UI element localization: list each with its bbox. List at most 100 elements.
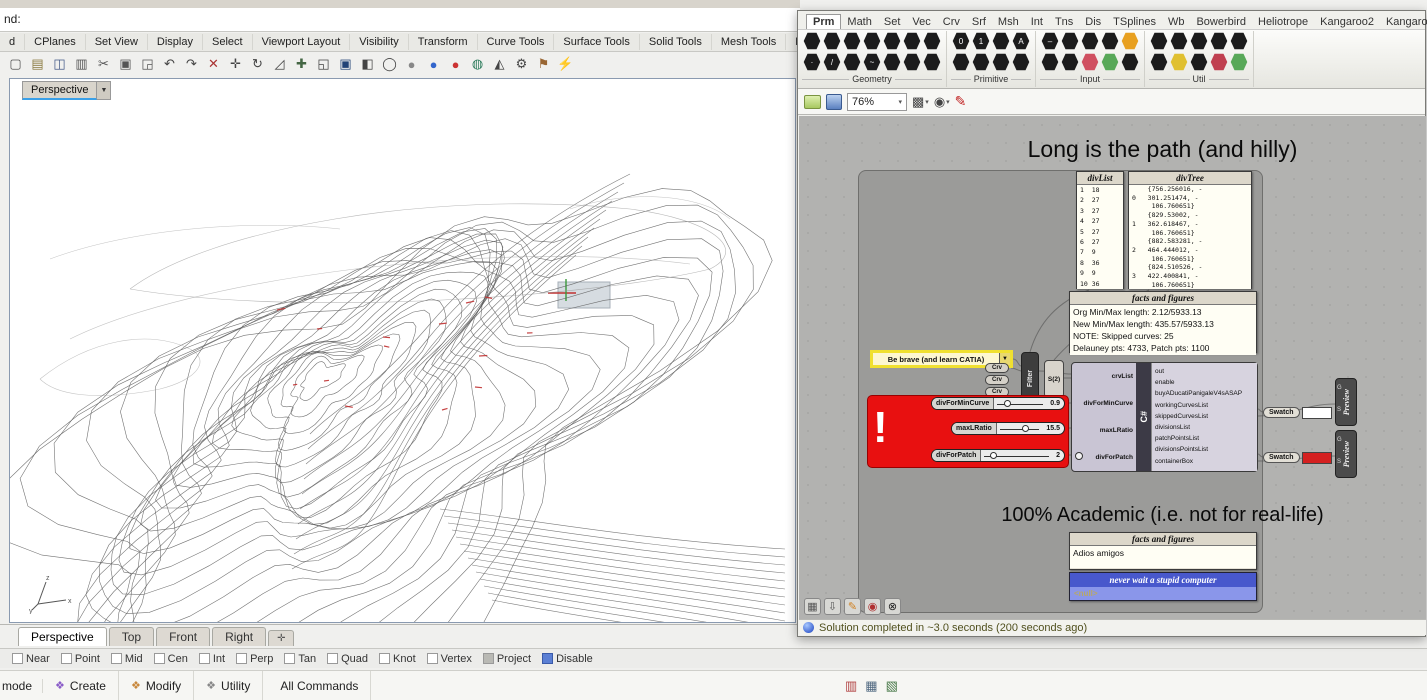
- osnap-checkbox[interactable]: [379, 653, 390, 664]
- jump-icon[interactable]: [1150, 53, 1168, 71]
- flag-icon[interactable]: ⚑: [534, 55, 553, 74]
- viewport-tab[interactable]: ✛: [268, 630, 295, 646]
- script-output[interactable]: divisionsList: [1155, 422, 1257, 433]
- surface-icon[interactable]: [883, 53, 901, 71]
- osnap-checkbox[interactable]: [327, 653, 339, 664]
- box-icon[interactable]: [883, 32, 901, 50]
- domain-icon[interactable]: [972, 53, 990, 71]
- osnap-checkbox[interactable]: [60, 653, 72, 664]
- relay-icon[interactable]: [1150, 32, 1168, 50]
- grasshopper-tab[interactable]: Prm: [806, 14, 842, 29]
- curve-param[interactable]: Crv: [985, 375, 1009, 385]
- cluster-icon[interactable]: [1230, 32, 1248, 50]
- osnap-toggle[interactable]: Vertex: [426, 653, 472, 665]
- grasshopper-tab[interactable]: Srf: [966, 15, 992, 29]
- grasshopper-tab[interactable]: Wb: [1162, 15, 1191, 29]
- preview-port-g[interactable]: G: [1337, 385, 1342, 391]
- script-output[interactable]: out: [1155, 366, 1257, 377]
- cone-icon[interactable]: [923, 32, 941, 50]
- line-icon[interactable]: /: [823, 53, 841, 71]
- script-output[interactable]: containerBox: [1155, 456, 1257, 467]
- preview-port-g[interactable]: G: [1337, 437, 1342, 443]
- polyline-icon[interactable]: [843, 53, 861, 71]
- menu-tab[interactable]: Surface Tools: [554, 34, 640, 50]
- grasshopper-tab[interactable]: Math: [841, 15, 877, 29]
- named-view-icon[interactable]: ◧: [358, 55, 377, 74]
- swatch-color-box[interactable]: [1301, 451, 1332, 464]
- osnap-toggle[interactable]: Int: [198, 653, 225, 665]
- menu-tab[interactable]: Set View: [86, 34, 148, 50]
- slider-knob[interactable]: [1003, 400, 1011, 407]
- grasshopper-tab[interactable]: Kangaroo2: [1314, 15, 1380, 29]
- point-icon[interactable]: ·: [803, 53, 821, 71]
- matrix-icon[interactable]: [1012, 53, 1030, 71]
- osnap-checkbox[interactable]: [198, 653, 210, 664]
- canvas-subtitle-scribble[interactable]: 100% Academic (i.e. not for real-life): [899, 504, 1426, 527]
- grasshopper-tab[interactable]: Bowerbird: [1190, 15, 1252, 29]
- grid-panel-icon[interactable]: ▧: [886, 678, 898, 694]
- redo-icon[interactable]: ↷: [182, 55, 201, 74]
- circle-icon[interactable]: [803, 32, 821, 50]
- menu-tab[interactable]: Solid Tools: [640, 34, 712, 50]
- timer-icon[interactable]: [1190, 32, 1208, 50]
- warning-scribble[interactable]: !: [873, 398, 888, 458]
- grasshopper-tab[interactable]: Crv: [937, 15, 966, 29]
- osnap-toggle[interactable]: Mid: [110, 653, 143, 665]
- curve-icon[interactable]: ~: [863, 53, 881, 71]
- menu-tab[interactable]: Curve Tools: [478, 34, 555, 50]
- delete-icon[interactable]: ✕: [204, 55, 223, 74]
- osnap-checkbox[interactable]: [12, 653, 23, 664]
- panel-icon[interactable]: [1061, 32, 1079, 50]
- colour-icon[interactable]: [952, 53, 970, 71]
- grasshopper-tab[interactable]: Set: [878, 15, 907, 29]
- slider-maxlratio[interactable]: maxLRatio 15.5: [951, 422, 1065, 435]
- osnap-toggle[interactable]: Disable: [542, 653, 593, 665]
- save-icon[interactable]: ◫: [50, 55, 69, 74]
- csharp-script-component[interactable]: crvList divForMinCurve maxLRatio divForPatc…: [1071, 362, 1258, 472]
- save-definition-icon[interactable]: [826, 93, 842, 110]
- menu-tab[interactable]: Transform: [409, 34, 478, 50]
- osnap-toggle[interactable]: Tan: [284, 653, 316, 665]
- canvas-title-scribble[interactable]: Long is the path (and hilly): [899, 136, 1426, 163]
- globe-icon[interactable]: ◍: [468, 55, 487, 74]
- script-center-bar[interactable]: C#: [1136, 363, 1151, 471]
- slider-divforpatch[interactable]: divForPatch 2: [931, 449, 1065, 462]
- image-sampler-icon[interactable]: [1101, 53, 1119, 71]
- swatch-component-red[interactable]: Swatch: [1263, 450, 1333, 465]
- grasshopper-tab[interactable]: Heliotrope: [1252, 15, 1314, 29]
- grasshopper-tab[interactable]: Msh: [992, 15, 1025, 29]
- number-slider-icon[interactable]: –: [1041, 32, 1059, 50]
- viewport-tab[interactable]: Top: [108, 627, 155, 646]
- bolt-icon[interactable]: ⚡: [556, 55, 575, 74]
- script-input[interactable]: divForMinCurve: [1084, 400, 1133, 407]
- undo-icon[interactable]: ↶: [160, 55, 179, 74]
- boolean-icon[interactable]: [992, 32, 1010, 50]
- osnap-toggle[interactable]: Cen: [153, 653, 188, 665]
- script-output[interactable]: workingCurvesList: [1155, 400, 1257, 411]
- paste-icon[interactable]: ◲: [138, 55, 157, 74]
- viewport-tab[interactable]: Front: [156, 627, 211, 646]
- preview-eye-icon[interactable]: ◉ ▾: [934, 94, 950, 110]
- grasshopper-tab[interactable]: Kangaroo: [1380, 15, 1427, 29]
- script-output[interactable]: enable: [1155, 377, 1257, 388]
- script-output[interactable]: patchPointsList: [1155, 433, 1257, 444]
- osnap-toggle[interactable]: Point: [60, 653, 100, 665]
- script-output[interactable]: skippedCurvesList: [1155, 411, 1257, 422]
- command-group-tab[interactable]: ❖ Create: [43, 671, 119, 700]
- rendered-display-icon[interactable]: ●: [424, 55, 443, 74]
- pan-icon[interactable]: ✚: [292, 55, 311, 74]
- slider-knob[interactable]: [1021, 425, 1029, 432]
- command-group-tab[interactable]: ❖ Utility: [194, 671, 264, 700]
- rectangle-icon[interactable]: [863, 32, 881, 50]
- menu-tab[interactable]: Select: [203, 34, 253, 50]
- layer-panel-icon[interactable]: ▦: [865, 678, 877, 694]
- command-prompt[interactable]: nd:: [0, 8, 800, 32]
- script-widget-icon[interactable]: ◉: [864, 598, 881, 615]
- facts-panel-2[interactable]: facts and figures Adios amigos: [1069, 532, 1257, 570]
- print-icon[interactable]: ▥: [72, 55, 91, 74]
- grasshopper-tab[interactable]: Int: [1025, 15, 1049, 29]
- plane-icon[interactable]: [923, 53, 941, 71]
- analyze-icon[interactable]: ◭: [490, 55, 509, 74]
- open-definition-icon[interactable]: [804, 94, 821, 109]
- input-toggle-icon[interactable]: [1075, 452, 1083, 460]
